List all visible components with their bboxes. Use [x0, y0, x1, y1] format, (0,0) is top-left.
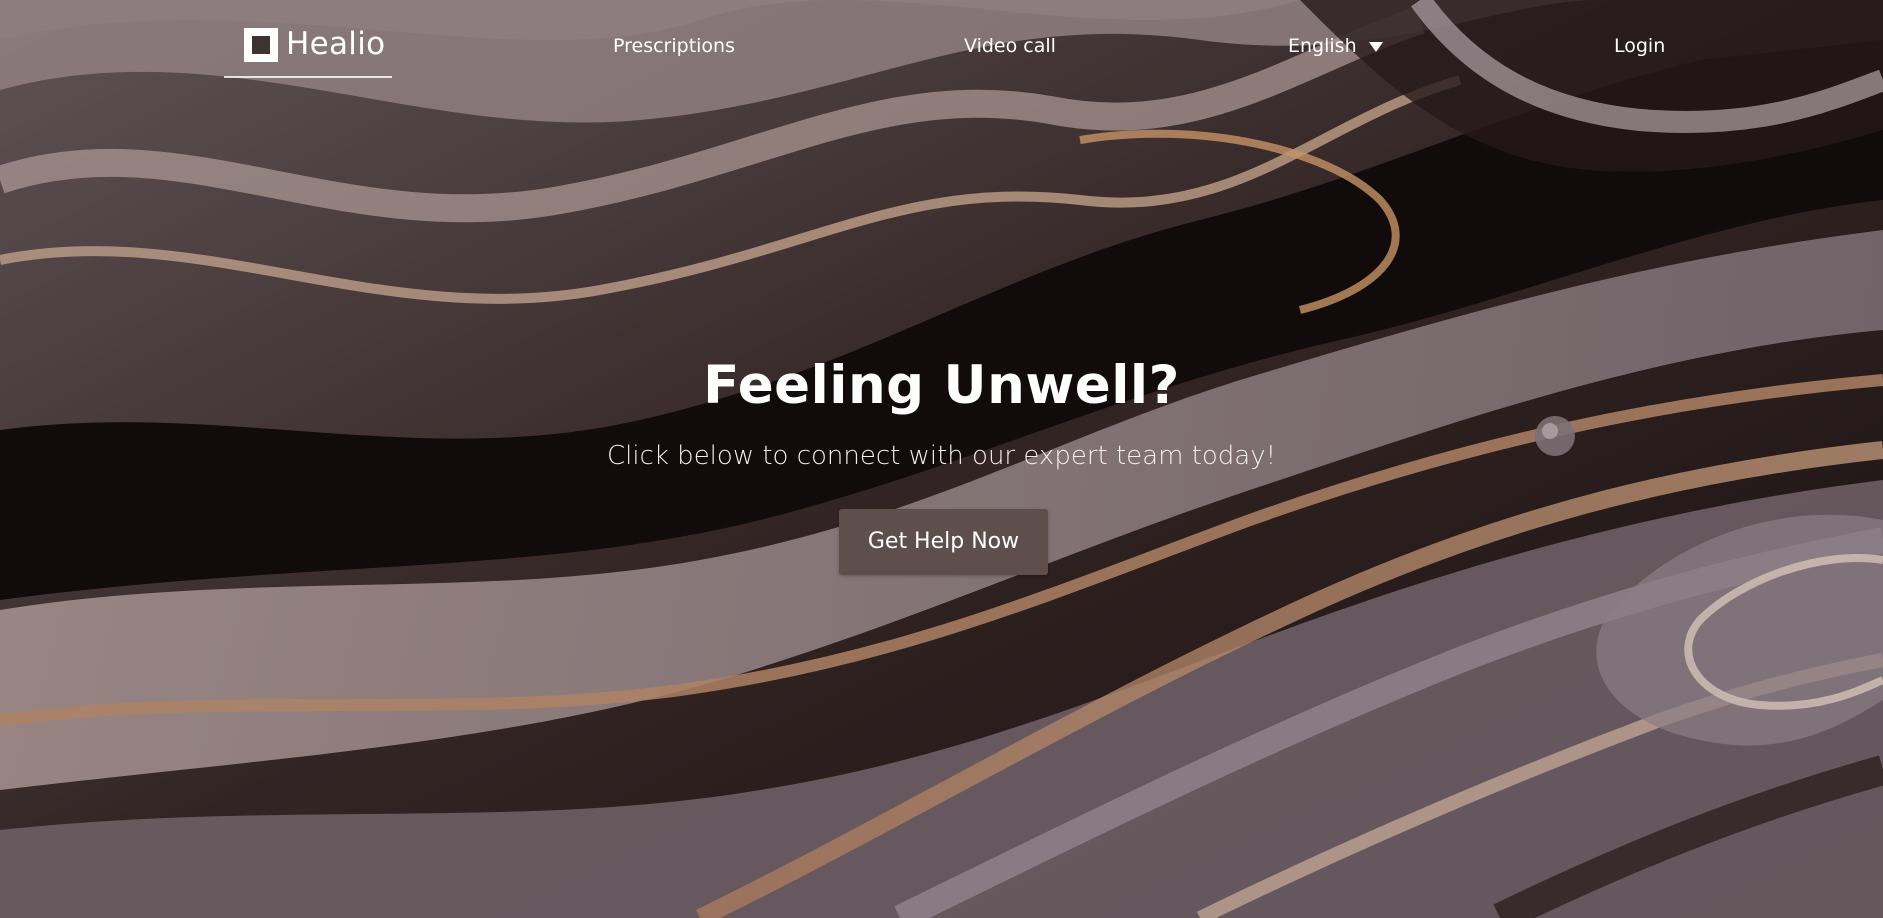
brand-name: Healio — [286, 26, 386, 62]
brand-logo[interactable]: Healio — [224, 18, 392, 78]
language-label: English — [1288, 35, 1357, 57]
square-logo-icon — [244, 28, 278, 62]
hero-headline: Feeling Unwell? — [703, 355, 1180, 416]
nav-link-video-call[interactable]: Video call — [964, 32, 1056, 60]
language-selector[interactable]: English — [1288, 32, 1383, 60]
brand-underline — [224, 76, 392, 78]
caret-down-icon — [1368, 42, 1383, 52]
nav-link-login[interactable]: Login — [1614, 32, 1665, 60]
get-help-now-button[interactable]: Get Help Now — [839, 509, 1048, 575]
nav-link-prescriptions[interactable]: Prescriptions — [613, 32, 735, 60]
top-navigation: Healio Prescriptions Video call English … — [0, 0, 1883, 90]
hero-section: Healio Prescriptions Video call English … — [0, 0, 1883, 918]
hero-subline: Click below to connect with our expert t… — [606, 441, 1277, 471]
